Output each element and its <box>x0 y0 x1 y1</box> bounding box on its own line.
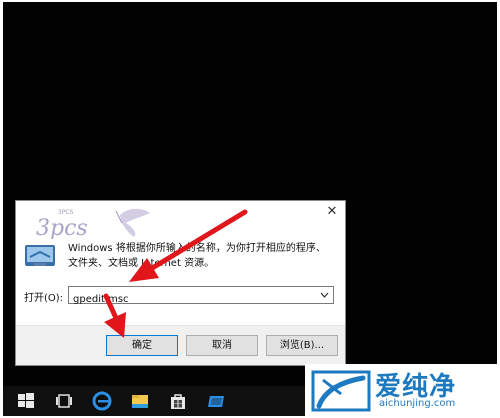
store-icon[interactable] <box>167 390 189 412</box>
start-icon[interactable] <box>15 390 37 412</box>
logo-mark-icon <box>311 370 371 412</box>
arrow-to-ok <box>103 293 126 338</box>
edge-icon[interactable] <box>91 390 113 412</box>
task-view-icon[interactable] <box>53 390 75 412</box>
file-explorer-icon[interactable] <box>129 390 151 412</box>
mail-icon[interactable] <box>205 390 227 412</box>
logo-domain-text: aichunjing.com <box>379 398 456 409</box>
arrow-to-input <box>129 209 248 282</box>
site-logo: 爱纯净 aichunjing.com <box>305 364 497 416</box>
annotation-arrows <box>103 209 248 338</box>
desktop-background: ✕ 3PCS 3pcs Windows 将根据你所输入的名称，为你打开相应的程序… <box>3 2 497 416</box>
